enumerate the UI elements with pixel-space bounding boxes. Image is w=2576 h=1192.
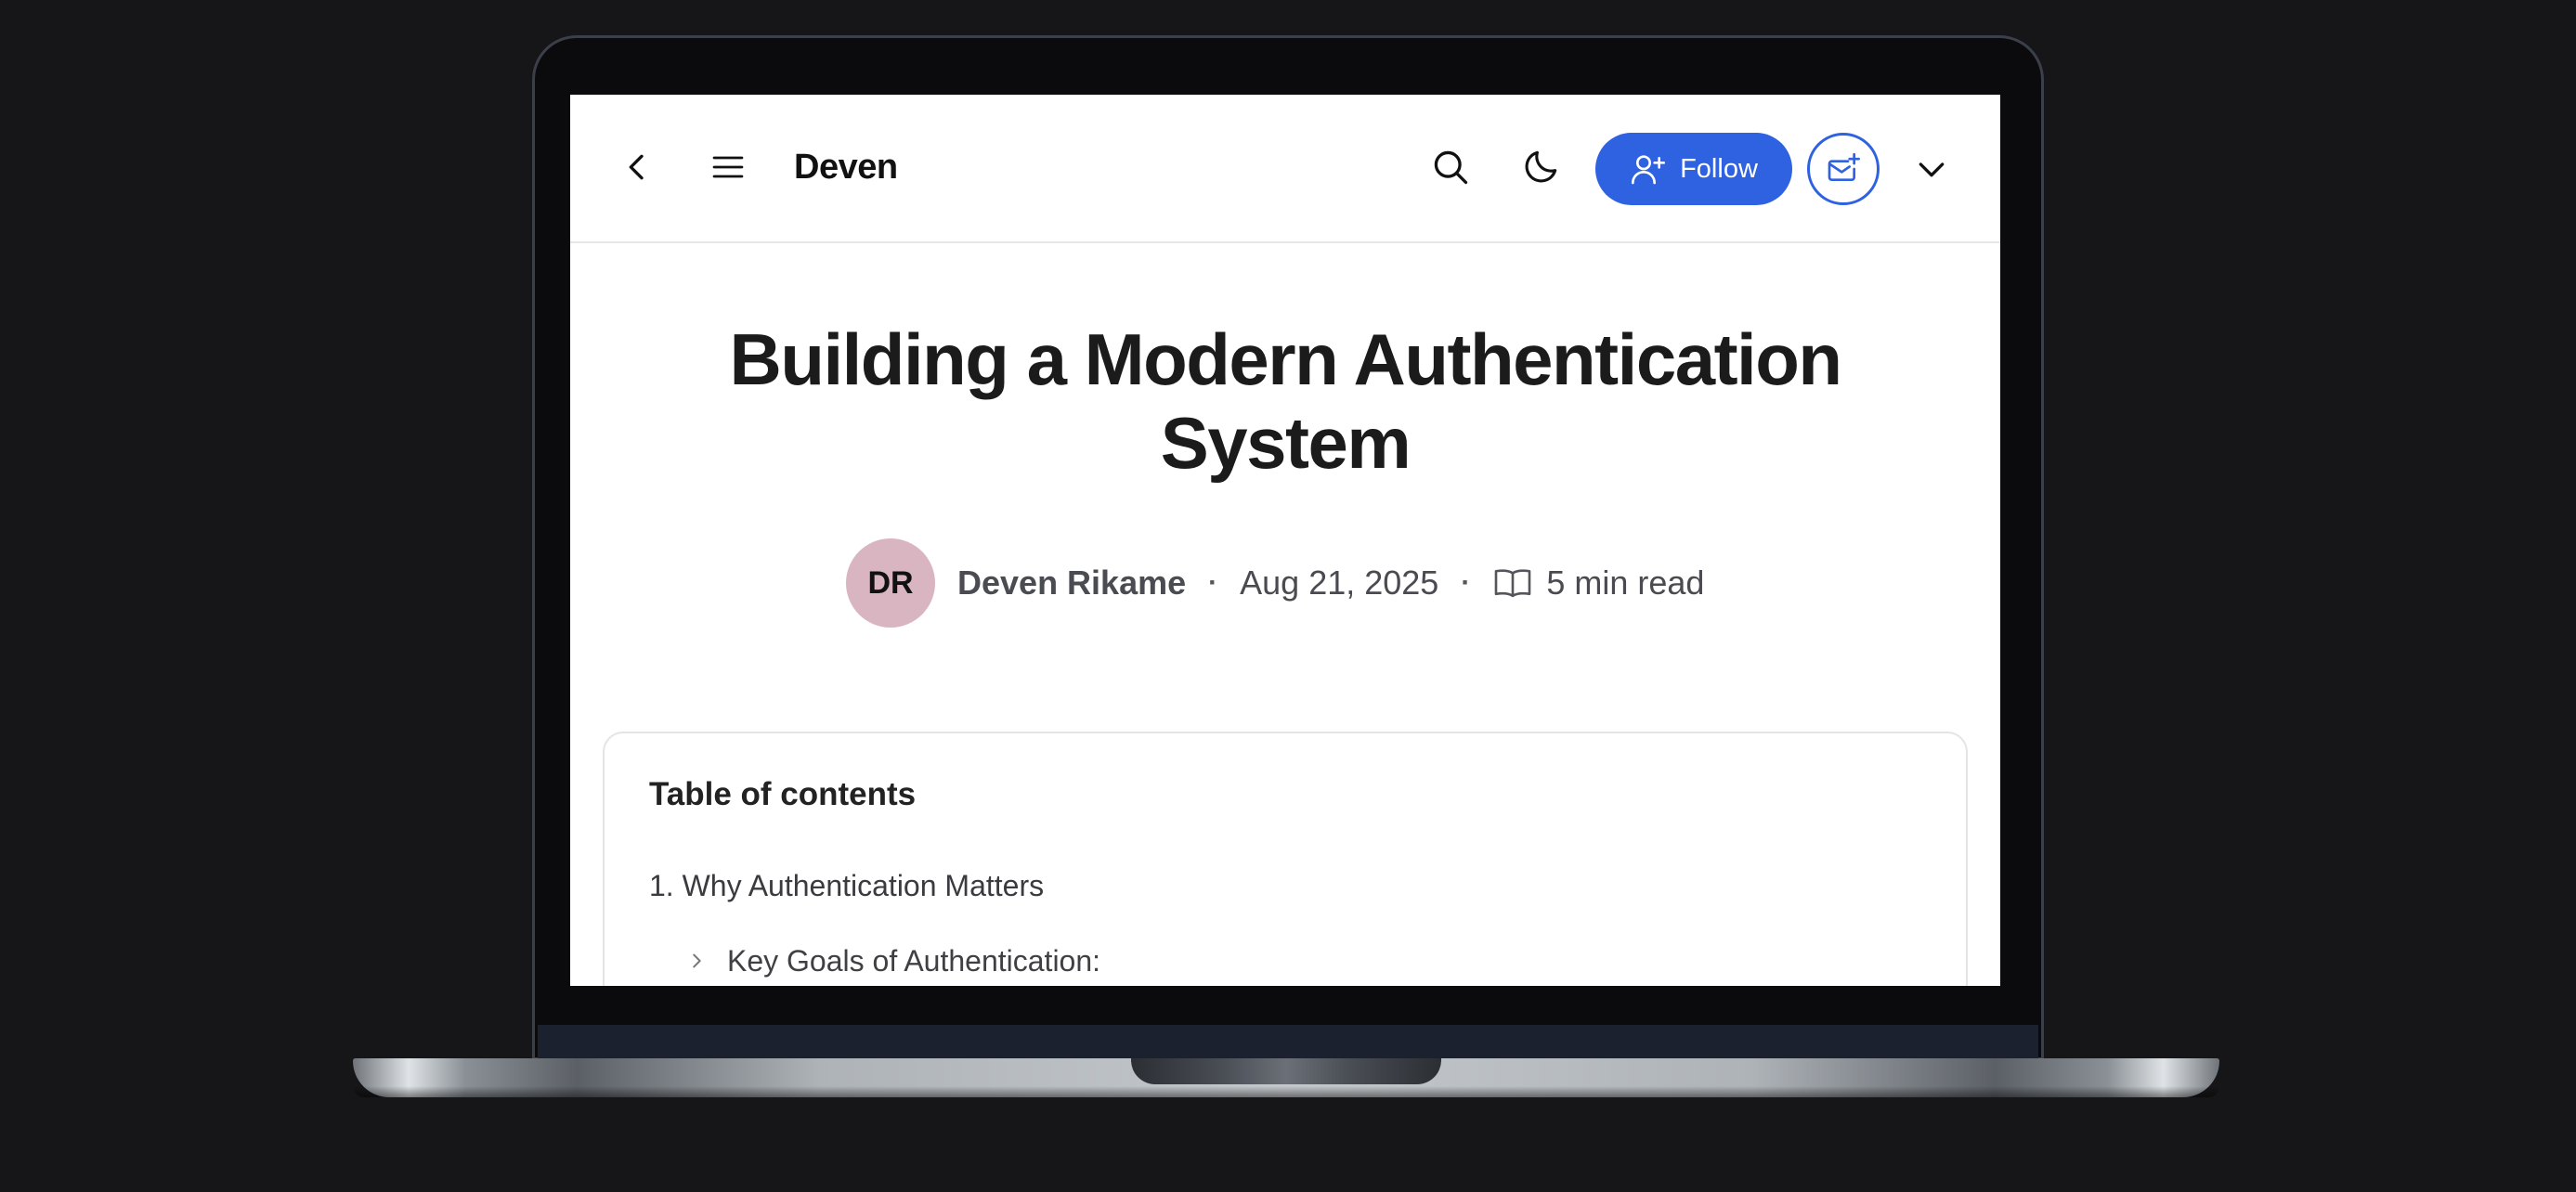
publish-date: Aug 21, 2025	[1240, 564, 1439, 602]
follow-label: Follow	[1680, 153, 1758, 184]
read-time: 5 min read	[1546, 564, 1705, 602]
meta-separator: ·	[1208, 567, 1218, 598]
menu-icon[interactable]	[708, 149, 748, 186]
chevron-right-icon	[693, 953, 701, 968]
search-icon[interactable]	[1430, 147, 1471, 188]
toc-subitem[interactable]: Key Goals of Authentication:	[686, 939, 1100, 982]
toc-item[interactable]: 1. Why Authentication Matters	[649, 869, 1044, 903]
newsletter-button[interactable]	[1807, 133, 1880, 205]
blog-name[interactable]: Deven	[794, 141, 898, 193]
mail-plus-icon	[1828, 152, 1860, 181]
blog-header: Deven Follow	[570, 95, 2000, 243]
browser-screen: Deven Follow Building a Modern Authentic…	[570, 95, 2000, 986]
book-open-icon	[1495, 569, 1531, 598]
meta-separator: ·	[1461, 567, 1471, 598]
chevron-down-icon[interactable]	[1913, 150, 1950, 188]
laptop-bezel-bottom	[538, 1025, 2038, 1060]
toc-subitem-label: Key Goals of Authentication:	[727, 943, 1101, 978]
laptop-notch	[1131, 1058, 1441, 1084]
table-of-contents: Table of contents 1. Why Authentication …	[603, 732, 1968, 986]
avatar[interactable]: DR	[846, 538, 935, 628]
user-plus-icon	[1632, 155, 1666, 185]
article-meta: DR Deven Rikame · Aug 21, 2025 · 5 min r…	[846, 538, 1704, 628]
back-icon[interactable]	[618, 149, 656, 186]
author-name[interactable]: Deven Rikame	[957, 564, 1186, 602]
moon-icon[interactable]	[1521, 146, 1562, 187]
article-title: Building a Modern Authentication System	[729, 318, 1842, 484]
follow-button[interactable]: Follow	[1595, 133, 1792, 205]
toc-title: Table of contents	[649, 776, 917, 812]
